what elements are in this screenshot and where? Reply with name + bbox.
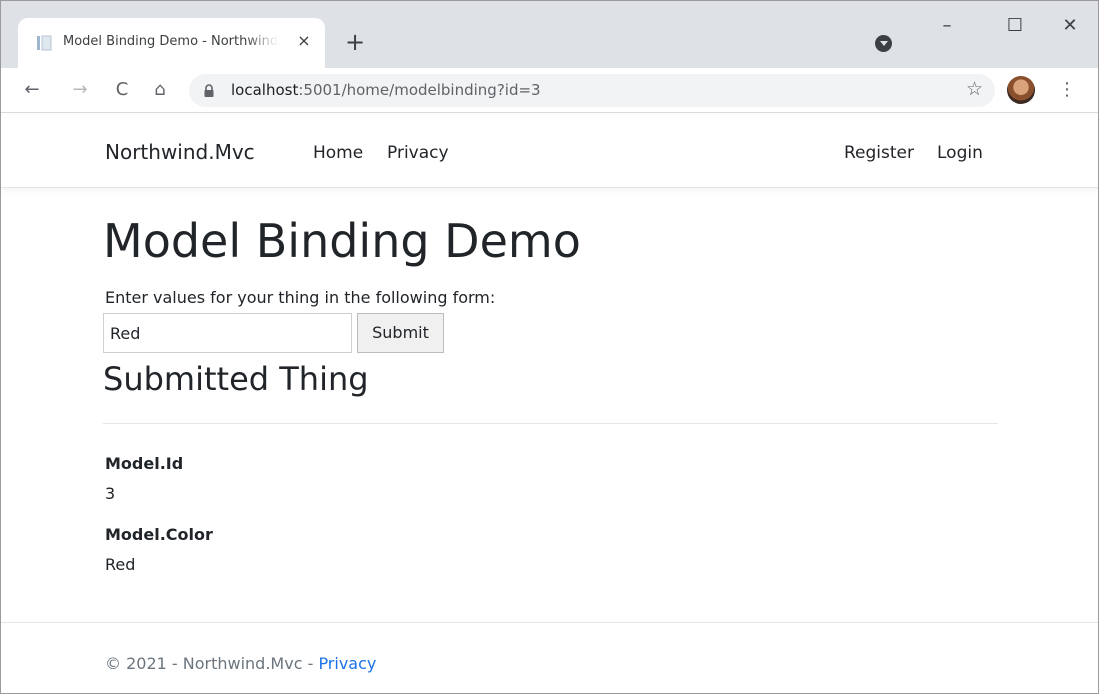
footer: © 2021 - Northwind.Mvc - Privacy bbox=[105, 654, 376, 673]
kebab-menu-icon[interactable]: ⋮ bbox=[1053, 76, 1081, 104]
forward-arrow-icon[interactable]: → bbox=[66, 76, 94, 104]
tab-title: Model Binding Demo - Northwind.Mvc bbox=[63, 34, 278, 49]
page-viewport: Northwind.Mvc Home Privacy Register Logi… bbox=[1, 114, 1098, 693]
nav-link-home[interactable]: Home bbox=[313, 143, 363, 163]
field-label-id: Model.Id bbox=[105, 454, 184, 473]
profile-avatar[interactable] bbox=[1007, 76, 1035, 104]
lock-icon bbox=[204, 84, 214, 97]
reload-icon[interactable]: C bbox=[108, 76, 136, 104]
back-arrow-icon[interactable]: ← bbox=[18, 76, 46, 104]
submitted-heading: Submitted Thing bbox=[103, 360, 369, 398]
minimize-icon[interactable]: – bbox=[924, 11, 970, 41]
address-bar[interactable]: localhost:5001/home/modelbinding?id=3 ☆ bbox=[189, 74, 995, 107]
close-icon[interactable]: × bbox=[293, 30, 315, 52]
nav-link-login[interactable]: Login bbox=[937, 143, 983, 163]
submit-button[interactable]: Submit bbox=[357, 313, 444, 353]
browser-tab[interactable]: Model Binding Demo - Northwind.Mvc × bbox=[18, 18, 325, 68]
close-window-icon[interactable]: ✕ bbox=[1047, 11, 1093, 41]
nav-link-privacy[interactable]: Privacy bbox=[387, 143, 449, 163]
form-prompt: Enter values for your thing in the follo… bbox=[105, 288, 496, 307]
url-text: localhost:5001/home/modelbinding?id=3 bbox=[231, 81, 541, 99]
color-input[interactable] bbox=[103, 313, 352, 353]
footer-privacy-link[interactable]: Privacy bbox=[318, 654, 376, 673]
site-navbar: Northwind.Mvc Home Privacy Register Logi… bbox=[1, 114, 1098, 188]
url-path: :5001/home/modelbinding?id=3 bbox=[298, 81, 541, 99]
footer-divider bbox=[1, 622, 1098, 623]
browser-toolbar: ← → C ⌂ localhost:5001/home/modelbinding… bbox=[1, 68, 1098, 113]
browser-window: Model Binding Demo - Northwind.Mvc × + –… bbox=[0, 0, 1099, 694]
tab-strip: Model Binding Demo - Northwind.Mvc × + –… bbox=[1, 1, 1098, 68]
divider bbox=[103, 423, 998, 424]
field-label-color: Model.Color bbox=[105, 525, 213, 544]
extension-icon[interactable] bbox=[875, 35, 892, 52]
page-title: Model Binding Demo bbox=[103, 214, 581, 268]
nav-link-register[interactable]: Register bbox=[844, 143, 914, 163]
plus-icon[interactable]: + bbox=[341, 29, 369, 57]
field-value-id: 3 bbox=[105, 484, 116, 503]
maximize-icon[interactable]: ☐ bbox=[992, 11, 1038, 41]
field-value-color: Red bbox=[105, 555, 136, 574]
url-host: localhost bbox=[231, 81, 299, 99]
page-favicon-icon bbox=[37, 35, 52, 51]
footer-text: © 2021 - Northwind.Mvc - bbox=[105, 654, 319, 673]
brand-link[interactable]: Northwind.Mvc bbox=[105, 140, 255, 164]
star-icon[interactable]: ☆ bbox=[966, 78, 983, 100]
home-icon[interactable]: ⌂ bbox=[146, 76, 174, 104]
